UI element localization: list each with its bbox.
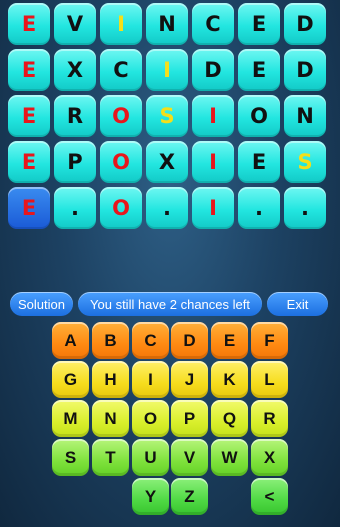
keyboard-row-1: A B C D E F — [52, 322, 288, 360]
grid-cell: . — [146, 187, 188, 229]
key-f[interactable]: F — [251, 322, 288, 359]
backspace-key[interactable]: < — [251, 478, 288, 515]
grid-cell: E — [238, 49, 280, 91]
grid-cell: E — [238, 3, 280, 45]
keyboard-row-2: G H I J K L — [52, 361, 288, 399]
guess-row-3: E R O S I O N — [8, 95, 332, 137]
action-bar: Solution You still have 2 chances left E… — [10, 292, 328, 316]
grid-cell: I — [192, 187, 234, 229]
key-e[interactable]: E — [211, 322, 248, 359]
key-v[interactable]: V — [171, 439, 208, 476]
grid-cell: C — [192, 3, 234, 45]
keyboard-row-3: M N O P Q R — [52, 400, 288, 438]
key-x[interactable]: X — [251, 439, 288, 476]
key-s[interactable]: S — [52, 439, 89, 476]
grid-cell: I — [100, 3, 142, 45]
key-i[interactable]: I — [132, 361, 169, 398]
key-l[interactable]: L — [251, 361, 288, 398]
grid-cell: E — [8, 141, 50, 183]
grid-cell: I — [192, 95, 234, 137]
grid-cell: D — [284, 49, 326, 91]
grid-cell: O — [238, 95, 280, 137]
grid-cell: S — [146, 95, 188, 137]
key-k[interactable]: K — [211, 361, 248, 398]
grid-cell: R — [54, 95, 96, 137]
key-z[interactable]: Z — [171, 478, 208, 515]
grid-cell: D — [284, 3, 326, 45]
letter-keyboard: A B C D E F G H I J K L M N O P Q R S T … — [52, 322, 288, 517]
grid-cell: E — [238, 141, 280, 183]
grid-cell: . — [238, 187, 280, 229]
key-a[interactable]: A — [52, 322, 89, 359]
keyboard-row-5: Y Z < — [52, 478, 288, 516]
key-c[interactable]: C — [132, 322, 169, 359]
current-row: E . O . I . . — [8, 187, 332, 229]
key-o[interactable]: O — [132, 400, 169, 437]
grid-cell: N — [284, 95, 326, 137]
key-n[interactable]: N — [92, 400, 129, 437]
key-u[interactable]: U — [132, 439, 169, 476]
grid-cell: X — [54, 49, 96, 91]
guess-row-4: E P O X I E S — [8, 141, 332, 183]
key-j[interactable]: J — [171, 361, 208, 398]
key-d[interactable]: D — [171, 322, 208, 359]
key-b[interactable]: B — [92, 322, 129, 359]
grid-cell: V — [54, 3, 96, 45]
keyboard-row-4: S T U V W X — [52, 439, 288, 477]
key-w[interactable]: W — [211, 439, 248, 476]
chances-remaining-label: You still have 2 chances left — [78, 292, 262, 316]
exit-button[interactable]: Exit — [267, 292, 328, 316]
key-h[interactable]: H — [92, 361, 129, 398]
key-m[interactable]: M — [52, 400, 89, 437]
grid-cell: I — [192, 141, 234, 183]
grid-cell: E — [8, 3, 50, 45]
word-grid: E V I N C E D E X C I D E D E R O S I O … — [8, 3, 332, 233]
grid-cell: P — [54, 141, 96, 183]
grid-cell: O — [100, 95, 142, 137]
grid-cell: E — [8, 95, 50, 137]
key-p[interactable]: P — [171, 400, 208, 437]
solution-button[interactable]: Solution — [10, 292, 73, 316]
key-r[interactable]: R — [251, 400, 288, 437]
key-t[interactable]: T — [92, 439, 129, 476]
grid-cell: S — [284, 141, 326, 183]
guess-row-1: E V I N C E D — [8, 3, 332, 45]
grid-cell: X — [146, 141, 188, 183]
grid-cell: . — [284, 187, 326, 229]
grid-cell: . — [54, 187, 96, 229]
guess-row-2: E X C I D E D — [8, 49, 332, 91]
grid-cell: E — [8, 49, 50, 91]
grid-cell: N — [146, 3, 188, 45]
grid-cell: I — [146, 49, 188, 91]
grid-cell: C — [100, 49, 142, 91]
key-q[interactable]: Q — [211, 400, 248, 437]
grid-cell: D — [192, 49, 234, 91]
grid-cell: O — [100, 141, 142, 183]
key-y[interactable]: Y — [132, 478, 169, 515]
key-g[interactable]: G — [52, 361, 89, 398]
active-cell[interactable]: E — [8, 187, 50, 229]
grid-cell: O — [100, 187, 142, 229]
